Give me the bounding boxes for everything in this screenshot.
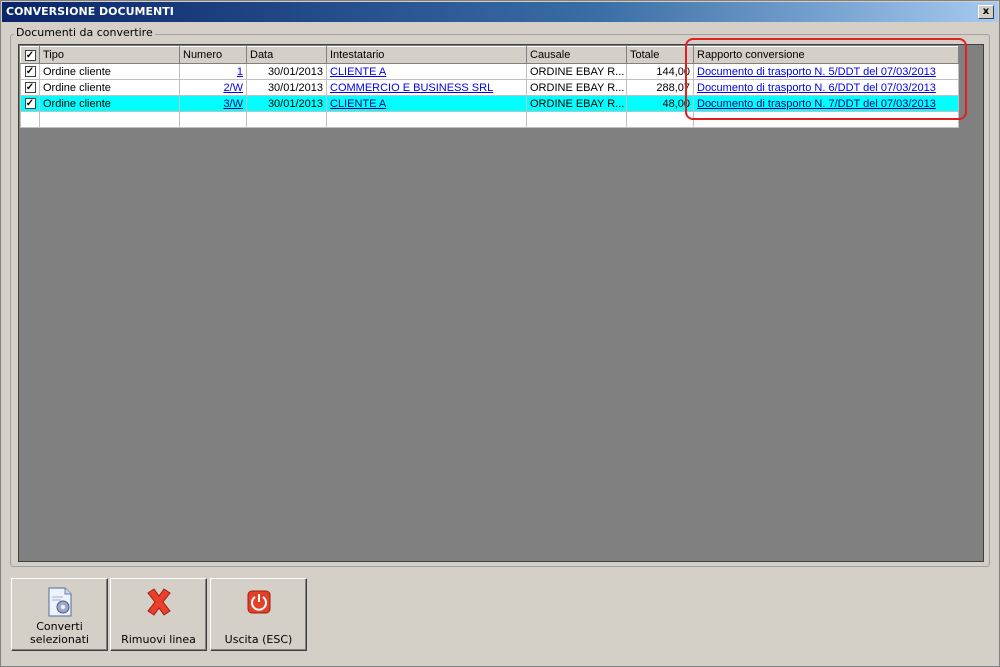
cell-causale: ORDINE EBAY R...: [526, 79, 627, 96]
cell-rapporto: Documento di trasporto N. 5/DDT del 07/0…: [693, 63, 959, 80]
rapporto-link[interactable]: Documento di trasporto N. 7/DDT del 07/0…: [697, 98, 936, 110]
empty-cell[interactable]: [20, 111, 40, 128]
column-header-totale[interactable]: Totale: [626, 46, 694, 64]
intestatario-link[interactable]: CLIENTE A: [330, 66, 386, 78]
checkbox-icon: ✓: [24, 82, 36, 94]
converti-selezionati-button[interactable]: Converti selezionati: [11, 578, 108, 651]
checkbox-icon: ✓: [24, 66, 36, 78]
select-all-checkbox[interactable]: ✓: [20, 46, 40, 64]
rimuovi-label: Rimuovi linea: [121, 633, 196, 646]
intestatario-link[interactable]: COMMERCIO E BUSINESS SRL: [330, 82, 493, 94]
table-row-new[interactable]: [20, 111, 959, 128]
numero-link[interactable]: 3/W: [223, 98, 243, 110]
documents-table: ✓ Tipo Numero Data Intestatario Causale …: [20, 46, 959, 128]
cell-tipo: Ordine cliente: [39, 95, 180, 112]
column-header-data[interactable]: Data: [246, 46, 327, 64]
empty-cell[interactable]: [326, 111, 527, 128]
cell-causale: ORDINE EBAY R...: [526, 95, 627, 112]
row-checkbox[interactable]: ✓: [20, 79, 40, 96]
cell-totale: 48,00: [626, 95, 694, 112]
cell-tipo: Ordine cliente: [39, 79, 180, 96]
empty-cell[interactable]: [626, 111, 694, 128]
table-row[interactable]: ✓ Ordine cliente 2/W 30/01/2013 COMMERCI…: [20, 79, 959, 96]
row-checkbox[interactable]: ✓: [20, 95, 40, 112]
table-row[interactable]: ✓ Ordine cliente 1 30/01/2013 CLIENTE A …: [20, 63, 959, 80]
cell-data: 30/01/2013: [246, 63, 327, 80]
cell-totale: 144,00: [626, 63, 694, 80]
numero-link[interactable]: 2/W: [223, 82, 243, 94]
cell-numero: 2/W: [179, 79, 247, 96]
rapporto-link[interactable]: Documento di trasporto N. 5/DDT del 07/0…: [697, 66, 936, 78]
cell-tipo: Ordine cliente: [39, 63, 180, 80]
cell-intestatario: COMMERCIO E BUSINESS SRL: [326, 79, 527, 96]
red-x-icon: [111, 585, 206, 619]
empty-cell[interactable]: [526, 111, 627, 128]
column-header-rapporto[interactable]: Rapporto conversione: [693, 46, 959, 64]
row-checkbox[interactable]: ✓: [20, 63, 40, 80]
empty-cell[interactable]: [179, 111, 247, 128]
cell-numero: 3/W: [179, 95, 247, 112]
rimuovi-linea-button[interactable]: Rimuovi linea: [110, 578, 207, 651]
cell-data: 30/01/2013: [246, 95, 327, 112]
checkbox-icon: ✓: [24, 49, 36, 61]
cell-intestatario: CLIENTE A: [326, 63, 527, 80]
table-row-selected[interactable]: ✓ Ordine cliente 3/W 30/01/2013 CLIENTE …: [20, 95, 959, 112]
empty-cell[interactable]: [693, 111, 959, 128]
cell-rapporto: Documento di trasporto N. 6/DDT del 07/0…: [693, 79, 959, 96]
column-header-numero[interactable]: Numero: [179, 46, 247, 64]
cell-numero: 1: [179, 63, 247, 80]
empty-cell[interactable]: [246, 111, 327, 128]
cell-intestatario: CLIENTE A: [326, 95, 527, 112]
groupbox-label: Documenti da convertire: [14, 26, 155, 39]
column-header-tipo[interactable]: Tipo: [39, 46, 180, 64]
converti-label: Converti selezionati: [30, 620, 89, 646]
checkbox-icon: ✓: [24, 98, 36, 110]
intestatario-link[interactable]: CLIENTE A: [330, 98, 386, 110]
column-header-intestatario[interactable]: Intestatario: [326, 46, 527, 64]
cell-causale: ORDINE EBAY R...: [526, 63, 627, 80]
power-icon: [211, 585, 306, 619]
rapporto-link[interactable]: Documento di trasporto N. 6/DDT del 07/0…: [697, 82, 936, 94]
window-title: CONVERSIONE DOCUMENTI: [6, 5, 174, 18]
table-header-row: ✓ Tipo Numero Data Intestatario Causale …: [20, 46, 959, 64]
numero-link[interactable]: 1: [237, 66, 243, 78]
close-button[interactable]: x: [978, 5, 994, 19]
cell-rapporto: Documento di trasporto N. 7/DDT del 07/0…: [693, 95, 959, 112]
cell-totale: 288,07: [626, 79, 694, 96]
uscita-label: Uscita (ESC): [224, 633, 293, 646]
title-bar: CONVERSIONE DOCUMENTI x: [2, 2, 998, 22]
uscita-button[interactable]: Uscita (ESC): [210, 578, 307, 651]
cell-data: 30/01/2013: [246, 79, 327, 96]
documents-grid[interactable]: ✓ Tipo Numero Data Intestatario Causale …: [18, 44, 984, 562]
document-gear-icon: [12, 585, 107, 619]
empty-cell[interactable]: [39, 111, 180, 128]
column-header-causale[interactable]: Causale: [526, 46, 627, 64]
